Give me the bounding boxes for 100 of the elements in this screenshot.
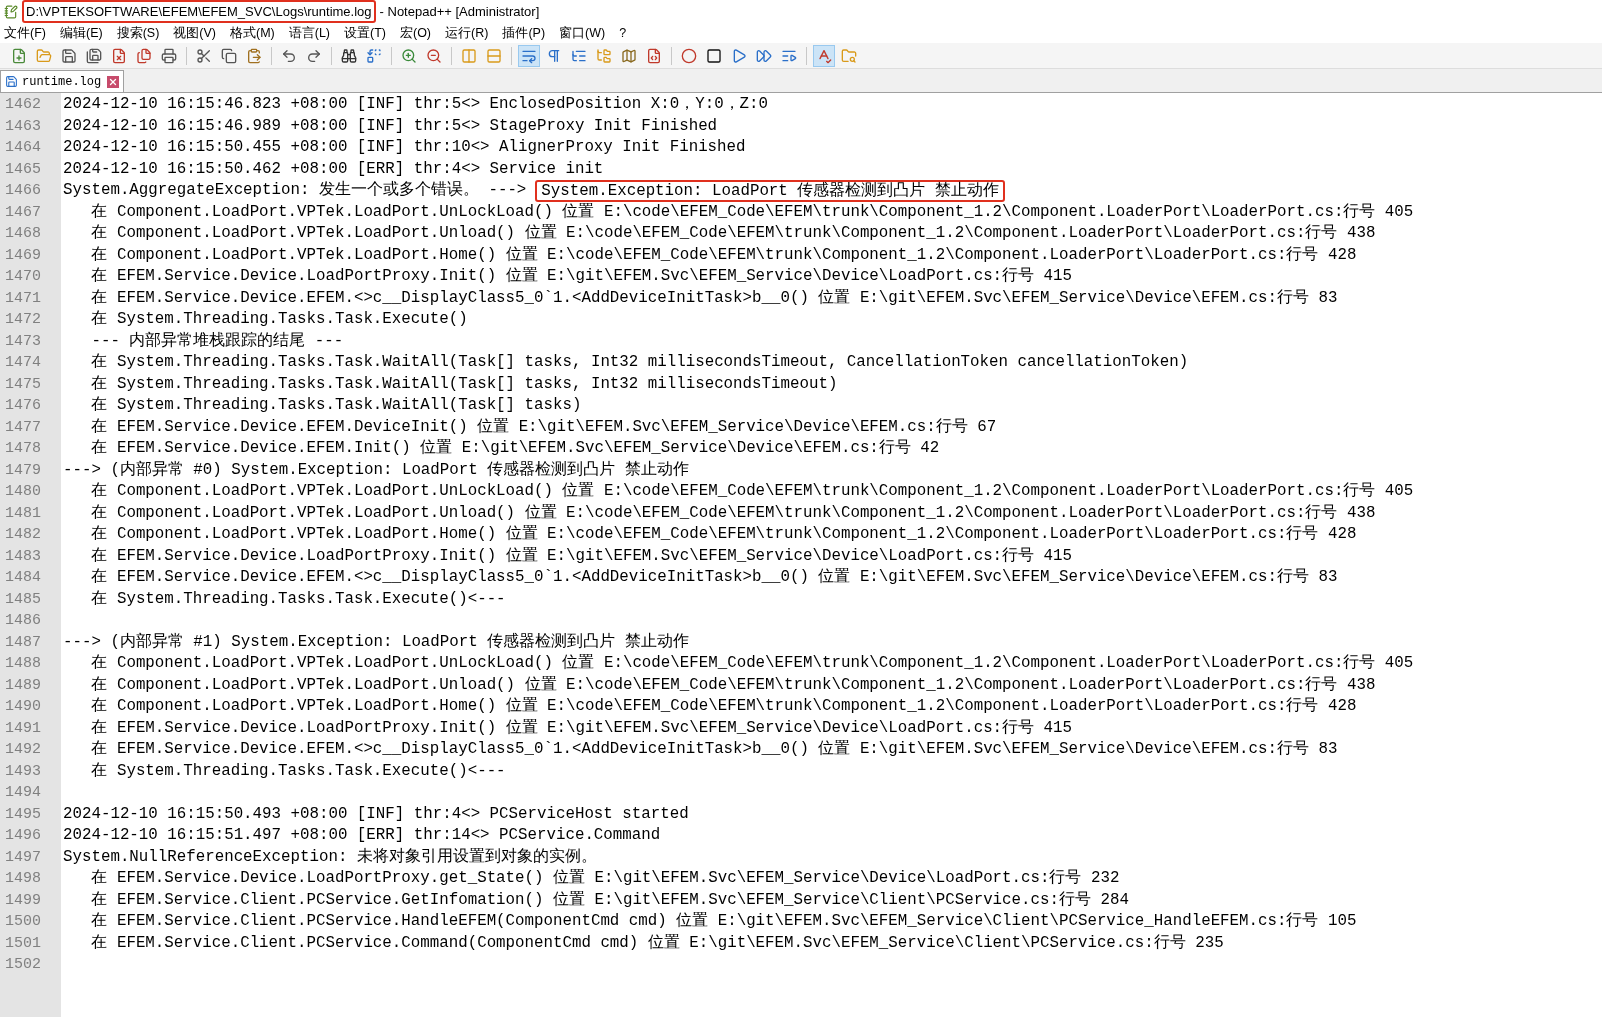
log-line: ---> (内部异常 #1) System.Exception: LoadPort 传感器检测到凸片 禁止动作	[63, 631, 689, 653]
line-number: 1484	[4, 568, 42, 588]
log-line: 2024-12-10 16:15:50.493 +08:00 [INF] thr:4<> PCServiceHost started	[63, 803, 689, 825]
log-line: 2024-12-10 16:15:50.462 +08:00 [ERR] thr:4<> Service init	[63, 158, 604, 180]
menu-item[interactable]: 插件(P)	[502, 23, 546, 43]
log-line: 在 EFEM.Service.Client.PCService.Command(ComponentCmd cmd) 位置 E:\git\EFEM.Svc\EFEM_Service\Client\PCService.cs:行号 235	[90, 932, 1224, 954]
print-icon	[161, 47, 177, 64]
menu-item[interactable]: 视图(V)	[173, 23, 216, 43]
tab-label: runtime.log	[22, 73, 102, 91]
menu-item[interactable]: 编辑(E)	[59, 23, 103, 43]
line-number: 1479	[4, 460, 42, 481]
log-line: System.AggregateException: 发生一个或多个错误。 --->	[63, 180, 527, 201]
log-line: 在 Component.LoadPort.VPTek.LoadPort.Unload() 位置 E:\code\EFEM_Code\EFEM\trunk\Component_1.2\Component.LoaderPort\LoaderPort.cs:行号 438	[90, 674, 1376, 696]
line-number: 1478	[4, 439, 42, 459]
line-number: 1471	[4, 288, 42, 309]
line-number: 1488	[4, 654, 42, 674]
word-wrap-button[interactable]	[518, 44, 540, 67]
log-line: 在 Component.LoadPort.VPTek.LoadPort.Unload() 位置 E:\code\EFEM_Code\EFEM\trunk\Component_1.2\Component.LoaderPort\LoaderPort.cs:行号 438	[90, 502, 1376, 524]
zoom-out-icon	[426, 47, 442, 64]
menu-item[interactable]: 文件(F)	[4, 23, 46, 43]
log-line: 在 Component.LoadPort.VPTek.LoadPort.UnLockLoad() 位置 E:\code\EFEM_Code\EFEM\trunk\Component_1.2\Component.LoaderPort\LoaderPort.cs:行号 405	[90, 481, 1414, 502]
redo-icon	[306, 47, 322, 64]
line-number: 1489	[4, 675, 42, 696]
spellcheck-button[interactable]	[813, 44, 835, 67]
menu-item[interactable]: 窗口(W)	[559, 23, 606, 43]
highlighted-log-text: System.Exception: LoadPort 传感器检测到凸片 禁止动作	[535, 179, 1005, 202]
line-number: 1475	[4, 374, 42, 395]
menu-item[interactable]: 运行(R)	[445, 23, 489, 43]
menu-item[interactable]: 搜索(S)	[116, 23, 160, 43]
line-number: 1496	[4, 826, 42, 846]
line-number: 1473	[4, 331, 42, 352]
line-number: 1492	[4, 740, 42, 760]
line-number: 1485	[4, 589, 42, 610]
log-line: --- 内部异常堆栈跟踪的结尾 ---	[90, 330, 344, 352]
log-line: 在 Component.LoadPort.VPTek.LoadPort.Home() 位置 E:\code\EFEM_Code\EFEM\trunk\Component_1.2\Component.LoaderPort\LoaderPort.cs:行号 428	[90, 244, 1357, 266]
line-number: 1467	[4, 202, 42, 223]
log-line: 在 Component.LoadPort.VPTek.LoadPort.Unload() 位置 E:\code\EFEM_Code\EFEM\trunk\Component_1.2\Component.LoaderPort\LoaderPort.cs:行号 438	[90, 223, 1376, 244]
play-multiple-icon	[756, 47, 772, 64]
line-number: 1468	[4, 224, 42, 244]
zoom-in-icon	[401, 47, 417, 64]
undo-icon	[281, 47, 297, 64]
log-line: 在 EFEM.Service.Device.LoadPortProxy.Init() 位置 E:\git\EFEM.Svc\EFEM_Service\Device\LoadPort.cs:行号 415	[90, 266, 1072, 287]
line-number: 1465	[4, 159, 42, 180]
menu-item[interactable]: 语言(L)	[288, 23, 330, 43]
line-number: 1476	[4, 396, 42, 416]
line-number: 1472	[4, 310, 42, 330]
window-title-app: - Notepad++ [Administrator]	[379, 2, 540, 21]
replace-icon	[366, 47, 382, 64]
line-number: 1487	[4, 632, 42, 653]
line-number: 1499	[4, 890, 42, 911]
line-number: 1498	[4, 869, 42, 889]
log-line: System.NullReferenceException: 未将对象引用设置到对象的实例。	[63, 846, 597, 868]
tab-close-button[interactable]	[107, 75, 120, 88]
log-line: 在 Component.LoadPort.VPTek.LoadPort.Home() 位置 E:\code\EFEM_Code\EFEM\trunk\Component_1.2\Component.LoaderPort\LoaderPort.cs:行号 428	[90, 524, 1357, 545]
log-line: 在 EFEM.Service.Client.PCService.GetInfomation() 位置 E:\git\EFEM.Svc\EFEM_Service\Client\PCService.cs:行号 284	[90, 889, 1129, 911]
close-icon	[108, 76, 119, 87]
save-icon	[61, 47, 77, 64]
log-line: 在 EFEM.Service.Device.EFEM.Init() 位置 E:\git\EFEM.Svc\EFEM_Service\Device\EFEM.cs:行号 42	[90, 438, 940, 459]
line-number: 1469	[4, 245, 42, 266]
line-number: 1493	[4, 761, 42, 782]
log-line: 在 EFEM.Service.Device.EFEM.<>c__DisplayClass5_0`1.<AddDeviceInitTask>b__0() 位置 E:\git\EFEM.Svc\EFEM_Service\Device\EFEM.cs:行号 83	[90, 739, 1338, 760]
log-line: 在 EFEM.Service.Device.EFEM.DeviceInit() 位置 E:\git\EFEM.Svc\EFEM_Service\Device\EFEM.cs:行号 67	[90, 416, 997, 438]
file-tab[interactable]: runtime.log	[0, 70, 125, 92]
log-line: 2024-12-10 16:15:50.455 +08:00 [INF] thr:10<> AlignerProxy Init Finished	[63, 137, 746, 158]
pilcrow-icon	[546, 47, 562, 64]
line-number: 1497	[4, 847, 42, 868]
line-number: 1466	[4, 181, 42, 201]
menu-item[interactable]: 宏(O)	[400, 23, 432, 43]
paste-icon	[246, 47, 262, 64]
log-line: 在 System.Threading.Tasks.Task.Execute()	[90, 309, 468, 330]
line-number: 1477	[4, 417, 42, 438]
line-number: 1470	[4, 267, 42, 287]
line-number: 1480	[4, 482, 42, 502]
log-line: 在 Component.LoadPort.VPTek.LoadPort.Home() 位置 E:\code\EFEM_Code\EFEM\trunk\Component_1.2\Component.LoaderPort\LoaderPort.cs:行号 428	[90, 696, 1357, 717]
folder-tree-icon	[596, 47, 612, 64]
record-icon	[681, 47, 697, 64]
new-file-icon	[11, 47, 27, 64]
save-all-icon	[86, 47, 102, 64]
window-title-path: D:\VPTEKSOFTWARE\EFEM\EFEM_SVC\Logs\runtime.log	[22, 0, 376, 24]
play-icon	[731, 47, 747, 64]
log-line: 在 System.Threading.Tasks.Task.Execute()<---	[90, 760, 506, 782]
line-number: 1494	[4, 783, 42, 803]
log-line: 2024-12-10 16:15:46.823 +08:00 [INF] thr:5<> EnclosedPosition X:0，Y:0，Z:0	[63, 94, 769, 115]
log-line: 在 Component.LoadPort.VPTek.LoadPort.UnLockLoad() 位置 E:\code\EFEM_Code\EFEM\trunk\Component_1.2\Component.LoaderPort\LoaderPort.cs:行号 405	[90, 201, 1414, 223]
menu-item[interactable]: ?	[619, 23, 627, 43]
log-line: 在 EFEM.Service.Device.LoadPortProxy.Init() 位置 E:\git\EFEM.Svc\EFEM_Service\Device\LoadPort.cs:行号 415	[90, 545, 1072, 567]
spellcheck-icon	[816, 47, 832, 64]
sync-vertical-icon	[461, 47, 477, 64]
save-icon	[5, 75, 18, 88]
log-line: 在 System.Threading.Tasks.Task.Execute()<---	[90, 588, 506, 610]
document-map-icon	[621, 47, 637, 64]
line-number: 1490	[4, 697, 42, 717]
menu-item[interactable]: 格式(M)	[230, 23, 275, 43]
line-number: 1482	[4, 525, 42, 545]
menu-item[interactable]: 设置(T)	[344, 23, 386, 43]
line-number: 1464	[4, 138, 42, 158]
log-line: 在 EFEM.Service.Device.EFEM.<>c__DisplayClass5_0`1.<AddDeviceInitTask>b__0() 位置 E:\git\EFEM.Svc\EFEM_Service\Device\EFEM.cs:行号 83	[90, 567, 1338, 588]
log-line: 在 System.Threading.Tasks.Task.WaitAll(Task[] tasks, Int32 millisecondsTimeout)	[90, 373, 838, 395]
line-number: 1463	[4, 116, 42, 137]
log-line: 在 EFEM.Service.Device.EFEM.<>c__DisplayClass5_0`1.<AddDeviceInitTask>b__0() 位置 E:\git\EFEM.Svc\EFEM_Service\Device\EFEM.cs:行号 83	[90, 287, 1338, 309]
